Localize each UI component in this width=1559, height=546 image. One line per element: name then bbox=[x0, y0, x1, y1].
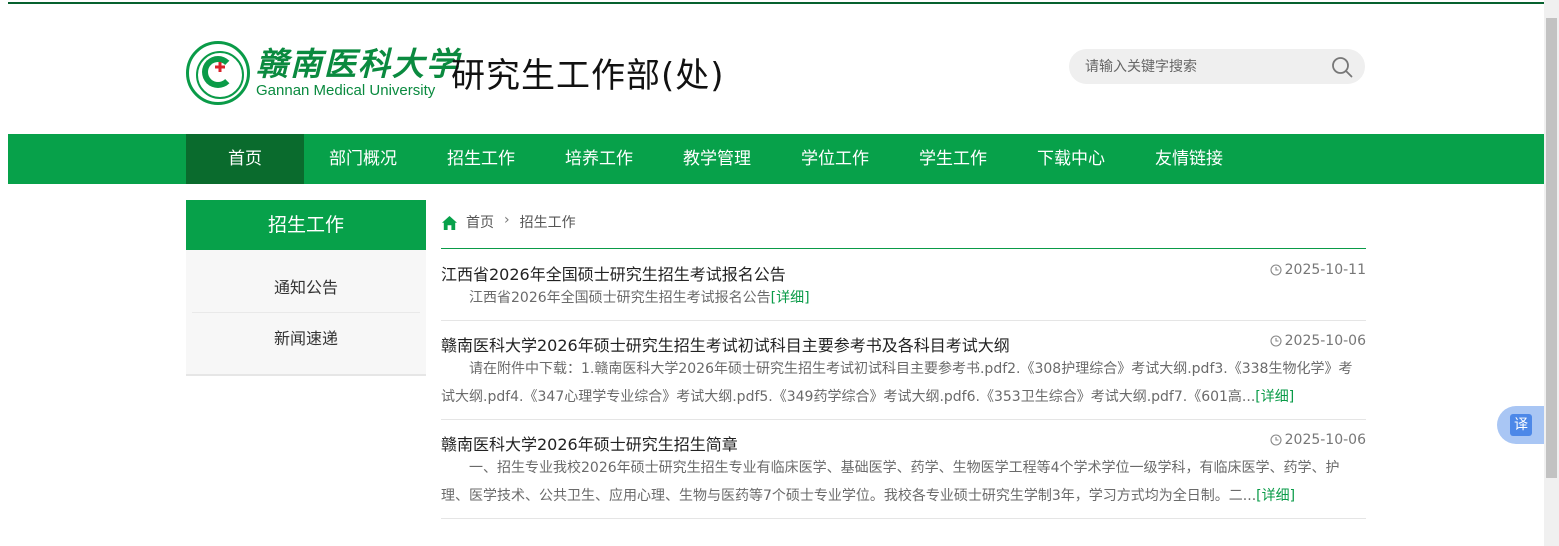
sidebar-title: 招生工作 bbox=[186, 200, 426, 250]
news-summary: 江西省2026年全国硕士研究生招生考试报名公告[详细] bbox=[469, 290, 810, 306]
site-header: 赣南医科大学 Gannan Medical University 研究生工作部(… bbox=[8, 4, 1544, 134]
news-detail-link[interactable]: [详细] bbox=[1255, 389, 1294, 405]
nav-item-teaching-management[interactable]: 教学管理 bbox=[658, 134, 776, 184]
scrollbar[interactable] bbox=[1544, 0, 1559, 546]
nav-item-student-affairs[interactable]: 学生工作 bbox=[894, 134, 1012, 184]
nav-item-degree[interactable]: 学位工作 bbox=[776, 134, 894, 184]
university-emblem-icon bbox=[186, 41, 250, 105]
news-list: 江西省2026年全国硕士研究生招生考试报名公告 2025-10-11 江西省20… bbox=[441, 250, 1366, 519]
clock-icon bbox=[1270, 434, 1282, 446]
page-left-margin bbox=[0, 0, 8, 546]
search-box bbox=[1069, 49, 1365, 84]
news-title-link[interactable]: 江西省2026年全国硕士研究生招生考试报名公告 bbox=[441, 250, 1366, 284]
logo-chinese-name: 赣南医科大学 bbox=[256, 45, 461, 83]
nav-item-downloads[interactable]: 下载中心 bbox=[1012, 134, 1130, 184]
nav-item-department-overview[interactable]: 部门概况 bbox=[304, 134, 422, 184]
clock-icon bbox=[1270, 264, 1282, 276]
news-detail-link[interactable]: [详细] bbox=[771, 290, 810, 306]
search-icon[interactable] bbox=[1331, 56, 1353, 78]
nav-item-admissions[interactable]: 招生工作 bbox=[422, 134, 540, 184]
news-date: 2025-10-06 bbox=[1270, 432, 1366, 448]
news-summary: 请在附件中下载：1.赣南医科大学2026年硕士研究生招生考试初试科目主要参考书.… bbox=[441, 361, 1353, 405]
sidebar-item-news[interactable]: 新闻速递 bbox=[192, 313, 420, 364]
site-title: 研究生工作部(处) bbox=[451, 56, 725, 96]
news-summary: 一、招生专业我校2026年硕士研究生招生专业有临床医学、基础医学、药学、生物医学… bbox=[441, 460, 1340, 504]
home-icon bbox=[442, 216, 457, 230]
sidebar-list: 通知公告 新闻速递 bbox=[186, 250, 426, 376]
sidebar-item-notices[interactable]: 通知公告 bbox=[192, 262, 420, 313]
main-nav-bar: 首页 部门概况 招生工作 培养工作 教学管理 学位工作 学生工作 下载中心 友情… bbox=[8, 134, 1544, 184]
breadcrumb: 首页 › 招生工作 bbox=[441, 212, 1366, 249]
logo-english-name: Gannan Medical University bbox=[256, 82, 436, 99]
news-detail-link[interactable]: [详细] bbox=[1256, 488, 1295, 504]
breadcrumb-home-link[interactable]: 首页 bbox=[466, 212, 494, 232]
nav-item-training[interactable]: 培养工作 bbox=[540, 134, 658, 184]
news-title-link[interactable]: 赣南医科大学2026年硕士研究生招生简章 bbox=[441, 420, 1366, 454]
list-item: 赣南医科大学2026年硕士研究生招生简章 2025-10-06 一、招生专业我校… bbox=[441, 420, 1366, 519]
news-date: 2025-10-06 bbox=[1270, 333, 1366, 349]
news-date: 2025-10-11 bbox=[1270, 262, 1366, 278]
breadcrumb-current[interactable]: 招生工作 bbox=[520, 212, 576, 232]
clock-icon bbox=[1270, 335, 1282, 347]
nav-item-links[interactable]: 友情链接 bbox=[1130, 134, 1248, 184]
breadcrumb-separator: › bbox=[504, 212, 510, 228]
list-item: 赣南医科大学2026年硕士研究生招生考试初试科目主要参考书及各科目考试大纲 20… bbox=[441, 321, 1366, 420]
search-input[interactable] bbox=[1085, 49, 1325, 84]
main-nav: 首页 部门概况 招生工作 培养工作 教学管理 学位工作 学生工作 下载中心 友情… bbox=[186, 134, 1248, 184]
translate-icon: 译 bbox=[1510, 414, 1532, 436]
news-title-link[interactable]: 赣南医科大学2026年硕士研究生招生考试初试科目主要参考书及各科目考试大纲 bbox=[441, 321, 1366, 355]
list-item: 江西省2026年全国硕士研究生招生考试报名公告 2025-10-11 江西省20… bbox=[441, 250, 1366, 321]
sidebar: 招生工作 通知公告 新闻速递 bbox=[186, 200, 426, 376]
university-logo[interactable]: 赣南医科大学 Gannan Medical University bbox=[186, 38, 460, 108]
translate-button[interactable]: 译 bbox=[1497, 406, 1544, 444]
scrollbar-thumb[interactable] bbox=[1546, 18, 1557, 478]
nav-item-home[interactable]: 首页 bbox=[186, 134, 304, 184]
